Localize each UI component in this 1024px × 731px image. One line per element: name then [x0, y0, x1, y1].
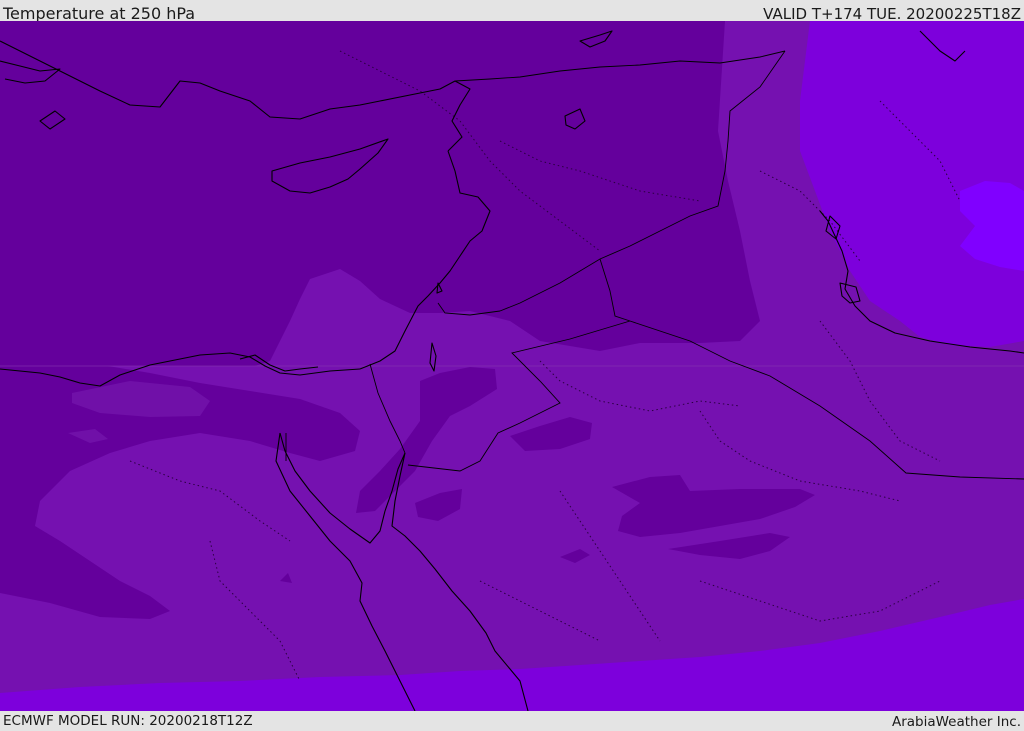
footer-bar: ECMWF MODEL RUN: 20200218T12Z ArabiaWeat… [0, 711, 1024, 730]
header-bar: Temperature at 250 hPa VALID T+174 TUE. … [0, 0, 1024, 23]
credit-label: ArabiaWeather Inc. [891, 714, 1021, 730]
temperature-map[interactable] [0, 21, 1024, 711]
model-run-label: ECMWF MODEL RUN: 20200218T12Z [3, 713, 253, 729]
